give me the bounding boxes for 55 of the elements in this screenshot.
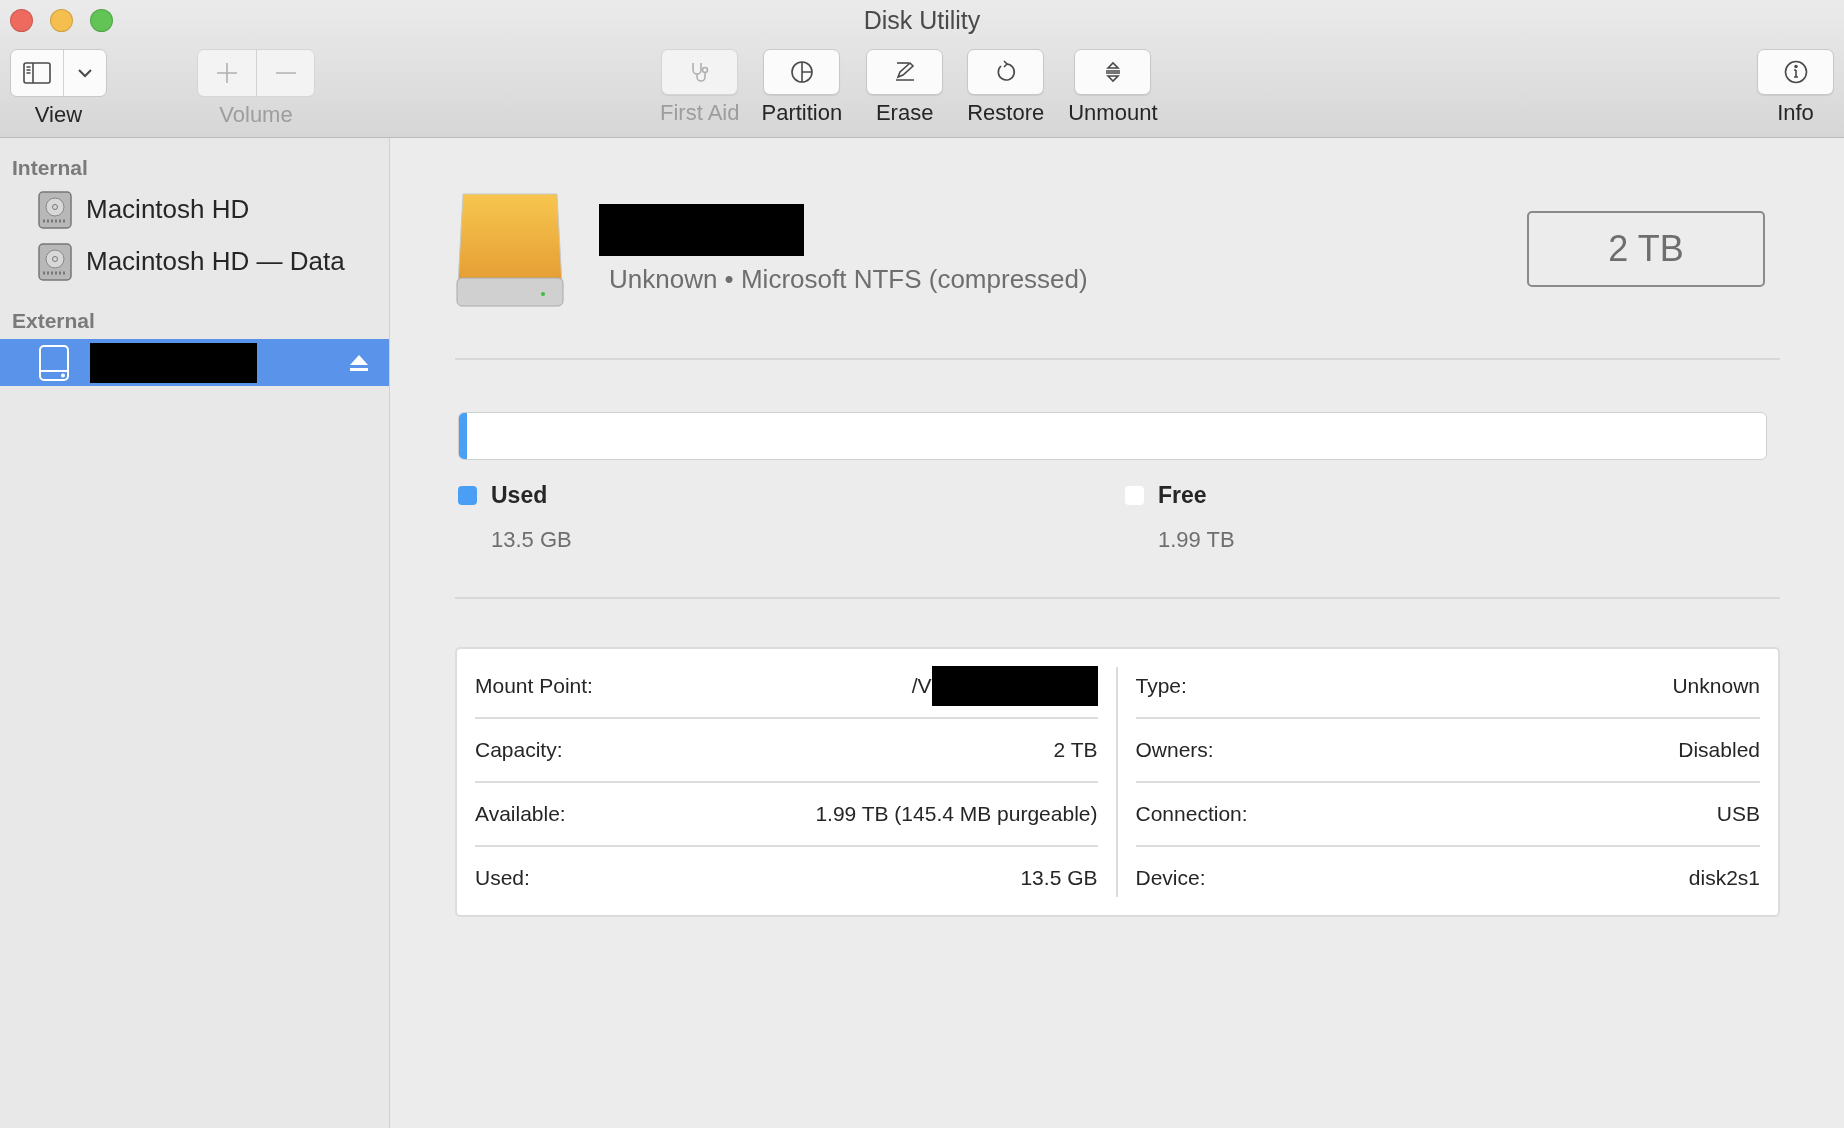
info-button[interactable] (1757, 49, 1834, 95)
detail-value: USB (1716, 802, 1760, 826)
legend-value: 1.99 TB (1158, 527, 1235, 553)
detail-value: 13.5 GB (1020, 866, 1098, 890)
detail-value: Disabled (1678, 738, 1760, 762)
detail-label: Type: (1135, 674, 1187, 698)
sidebar-item[interactable]: Macintosh HD (0, 186, 389, 233)
hard-drive-icon (38, 242, 72, 281)
toolbar-label: Restore (967, 100, 1045, 126)
detail-label: Device: (1135, 866, 1206, 890)
detail-label: Capacity: (475, 738, 563, 762)
window-title: Disk Utility (863, 6, 981, 36)
volume-description: Unknown • Microsoft NTFS (compressed) (609, 263, 1088, 295)
unmount-button[interactable] (1074, 49, 1152, 95)
plus-icon (216, 62, 238, 84)
sidebar-item[interactable] (0, 339, 389, 386)
detail-value: /V (911, 674, 932, 698)
detail-label: Available: (475, 802, 566, 826)
close-button[interactable] (10, 9, 33, 32)
detail-value: 2 TB (1053, 738, 1098, 762)
chevron-down-icon (77, 68, 93, 78)
zoom-button[interactable] (90, 9, 113, 32)
sidebar-item[interactable]: Macintosh HD — Data (0, 238, 389, 285)
legend-value: 13.5 GB (491, 527, 572, 553)
section-header: Internal (11, 155, 89, 181)
restore-button[interactable] (967, 49, 1045, 95)
detail-value: Unknown (1672, 674, 1760, 698)
hard-drive-icon (38, 190, 72, 229)
toolbar-label: View (34, 102, 83, 128)
pie-chart-icon (788, 59, 815, 85)
drive-icon (455, 190, 565, 308)
detail-label: Mount Point: (475, 674, 593, 698)
detail-label: Connection: (1135, 802, 1248, 826)
toolbar-label: Partition (761, 100, 843, 126)
detail-value: 1.99 TB (145.4 MB purgeable) (815, 802, 1098, 826)
toolbar-label: Info (1777, 100, 1814, 126)
partition-button[interactable] (763, 49, 841, 95)
toolbar-label: Erase (875, 100, 934, 126)
erase-button[interactable] (866, 49, 944, 95)
external-drive-icon (38, 343, 70, 382)
legend-label: Free (1158, 482, 1207, 509)
view-button[interactable] (10, 49, 107, 97)
detail-label: Owners: (1135, 738, 1214, 762)
detail-label: Used: (475, 866, 530, 890)
toolbar-label: First Aid (660, 100, 740, 126)
minimize-button[interactable] (50, 9, 73, 32)
sidebar-icon (23, 62, 51, 84)
detail-value: disk2s1 (1688, 866, 1760, 890)
minus-icon (274, 71, 297, 75)
info-icon (1782, 59, 1809, 85)
toolbar-label: Volume (219, 102, 293, 128)
toolbar-label: Unmount (1068, 100, 1158, 126)
section-header: External (11, 308, 96, 334)
legend-label: Used (491, 482, 548, 509)
capacity-label: 2 TB (1527, 211, 1765, 287)
